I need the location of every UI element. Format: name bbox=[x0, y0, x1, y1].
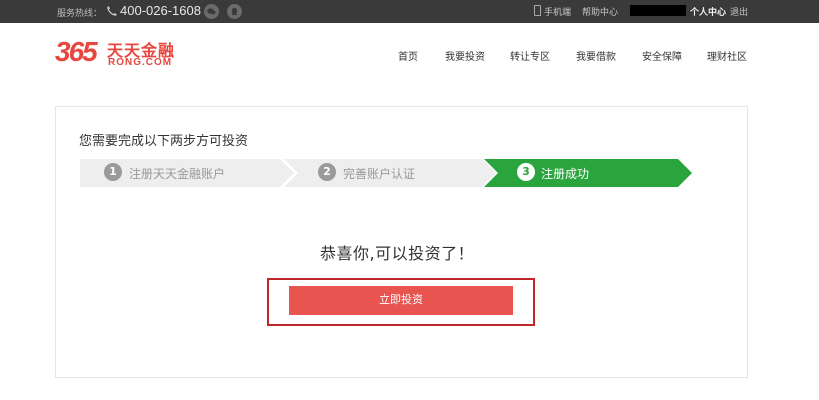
congrats-message: 恭喜你,可以投资了！ bbox=[320, 244, 475, 263]
site-logo[interactable]: 365 天天金融 RONG.COM bbox=[55, 36, 190, 72]
nav-community[interactable]: 理财社区 bbox=[707, 48, 747, 63]
logo-name-en: RONG.COM bbox=[108, 57, 173, 68]
card-title: 您需要完成以下两步方可投资 bbox=[79, 134, 249, 149]
nav-invest[interactable]: 我要投资 bbox=[445, 48, 485, 63]
nav-transfer[interactable]: 转让专区 bbox=[510, 48, 550, 63]
step-1-number: 1 bbox=[104, 163, 122, 181]
mobile-icon[interactable] bbox=[534, 5, 541, 16]
wechat-icon[interactable] bbox=[204, 4, 219, 19]
hotline-number: 400-026-1608 bbox=[120, 3, 201, 18]
help-center-link[interactable]: 帮助中心 bbox=[582, 5, 618, 18]
top-bar: 服务热线： 400-026-1608 手机端 帮助中心 个人中心 退出 bbox=[0, 0, 819, 23]
step-2-label: 完善账户认证 bbox=[343, 167, 416, 181]
step-1-label: 注册天天金融账户 bbox=[129, 167, 226, 181]
invest-now-button[interactable]: 立即投资 bbox=[289, 286, 513, 315]
username-redacted bbox=[630, 5, 686, 16]
mobile-link[interactable]: 手机端 bbox=[544, 5, 571, 18]
nav-home[interactable]: 首页 bbox=[398, 48, 418, 63]
step-3-label: 注册成功 bbox=[541, 167, 590, 181]
phone-icon bbox=[107, 6, 117, 16]
nav-borrow[interactable]: 我要借款 bbox=[576, 48, 616, 63]
nav-security[interactable]: 安全保障 bbox=[642, 48, 682, 63]
user-center-link[interactable]: 个人中心 bbox=[690, 5, 726, 18]
logo-number: 365 bbox=[55, 36, 98, 67]
step-2-number: 2 bbox=[318, 163, 336, 181]
step-progress: 1 注册天天金融账户 2 完善账户认证 3 注册成功 bbox=[80, 159, 692, 187]
step-3-number: 3 bbox=[517, 163, 535, 181]
qq-icon[interactable] bbox=[227, 4, 242, 19]
logout-link[interactable]: 退出 bbox=[730, 5, 748, 18]
hotline-label: 服务热线： bbox=[57, 9, 103, 19]
